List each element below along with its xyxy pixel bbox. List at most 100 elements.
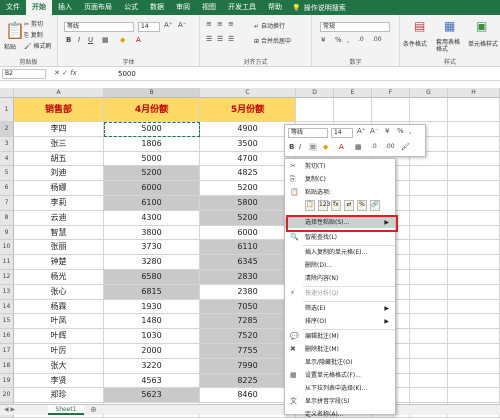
tab-data[interactable]: 数据 [144,0,170,15]
empty-cell[interactable] [448,240,500,256]
align-middle-icon[interactable]: ≡ [217,20,223,28]
table-cell[interactable]: 3280 [104,255,200,270]
table-cell[interactable]: 2000 [104,344,200,359]
table-cell[interactable]: 4300 [104,210,200,226]
row-header[interactable]: 20 [0,388,14,404]
row-header[interactable]: 18 [0,358,14,374]
table-cell[interactable]: 3500 [200,136,296,152]
menu-item-filter[interactable]: 筛选(E) ▶ [285,303,395,314]
row-header[interactable]: 3 [0,136,14,152]
row-header[interactable]: 9 [0,225,14,241]
empty-cell[interactable] [448,284,500,300]
menu-item-phonetic[interactable]: 文 显示拼音字段(S) [285,396,395,407]
table-cell[interactable]: 6815 [104,284,200,300]
cut-button[interactable]: ✂ 剪切 [24,19,43,28]
increase-decimal-icon[interactable]: .0 [358,36,364,43]
column-header[interactable]: B [104,88,200,98]
table-cell[interactable]: 1480 [104,314,200,330]
mini-font-color-icon[interactable]: A [339,143,344,151]
empty-cell[interactable] [410,255,448,270]
tab-view[interactable]: 视图 [196,0,222,15]
table-cell[interactable]: 6345 [200,255,296,270]
row-header[interactable]: 17 [0,344,14,359]
decrease-decimal-icon[interactable]: .00 [372,36,382,43]
table-cell[interactable]: 5200 [200,181,296,196]
empty-cell[interactable] [448,181,500,196]
table-cell[interactable]: 3730 [104,240,200,256]
menu-item-toggle-comment[interactable]: 显示/隐藏批注(O) [285,357,395,368]
empty-cell[interactable] [410,344,448,359]
empty-cell[interactable] [410,314,448,330]
table-cell[interactable]: 2380 [200,284,296,300]
empty-cell[interactable] [448,344,500,359]
paste-transpose-icon[interactable]: ⇄ [344,200,354,211]
conditional-format-icon[interactable]: ▤ [414,19,425,33]
align-left-icon[interactable]: ☰ [206,35,212,43]
menu-item-sort[interactable]: 排序(O) ▶ [285,316,395,327]
tab-file[interactable]: 文件 [0,0,26,15]
empty-cell[interactable] [448,166,500,182]
menu-item-insert-copied[interactable]: 插入复制的单元格(E)... [285,247,395,258]
empty-cell[interactable] [296,98,334,122]
format-painter-button[interactable]: 🖌 格式刷 [24,41,52,50]
increase-font-icon[interactable]: A⁺ [164,21,172,29]
border-icon[interactable]: ▦ [102,36,109,44]
empty-cell[interactable] [410,270,448,285]
table-cell[interactable]: 4825 [200,166,296,182]
tab-developer[interactable]: 开发工具 [222,0,262,15]
paste-formatting-icon[interactable]: % [357,200,367,211]
row-header[interactable]: 14 [0,299,14,315]
bold-icon[interactable]: B [66,36,71,44]
empty-cell[interactable] [410,373,448,389]
table-cell[interactable]: 2830 [200,270,296,285]
decrease-font-icon[interactable]: A⁻ [178,21,186,29]
mini-decrease-decimal-icon[interactable]: .00 [385,143,395,150]
paste-values-icon[interactable]: 123 [318,200,330,211]
formula-icons[interactable]: ✕ ✓ fx [54,69,77,77]
table-cell[interactable]: 7520 [200,329,296,344]
menu-item-edit-comment[interactable]: 💬 编辑批注(M) [285,331,395,342]
row-header[interactable]: 8 [0,210,14,226]
table-cell[interactable]: 杨光 [14,270,104,285]
paste-link-icon[interactable]: 🔗 [370,200,380,211]
empty-cell[interactable] [410,388,448,404]
sheet-tab[interactable]: Sheet1 [48,405,84,415]
paste-icon[interactable]: 📋 [5,21,25,40]
row-header[interactable]: 7 [0,196,14,211]
table-cell[interactable]: 6000 [200,225,296,241]
table-cell[interactable]: 李莉 [14,196,104,211]
table-cell[interactable]: 胡五 [14,151,104,167]
table-cell[interactable]: 5200 [104,166,200,182]
table-cell[interactable]: 云迪 [14,210,104,226]
mini-italic-icon[interactable]: I [299,143,301,151]
align-top-icon[interactable]: ≡ [206,20,212,28]
underline-icon[interactable]: U [88,36,93,44]
empty-cell[interactable] [448,98,500,122]
empty-cell[interactable] [410,98,448,122]
align-right-icon[interactable]: ☰ [228,35,234,43]
empty-cell[interactable] [448,358,500,374]
mini-currency-icon[interactable]: ¥ [385,127,389,135]
column-header[interactable]: D [296,88,334,98]
align-bottom-icon[interactable]: ≡ [228,20,234,28]
table-header-cell[interactable]: 5月份额 [200,98,296,122]
table-cell[interactable]: 8225 [200,373,296,389]
menu-item-copy[interactable]: ⎘ 复制(C) [285,174,395,185]
row-header[interactable]: 13 [0,284,14,300]
wrap-text-button[interactable]: ↵ 自动换行 [254,21,285,30]
table-cell[interactable]: 4900 [200,122,296,137]
mini-shrink-font-icon[interactable]: A⁻ [370,127,378,135]
row-header[interactable]: 16 [0,329,14,344]
table-cell[interactable]: 6580 [104,270,200,285]
sheet-nav-icon[interactable]: ◀ ▶ [4,406,15,413]
paste-button[interactable]: 粘贴 [4,42,16,51]
font-color-icon[interactable]: A [136,36,141,44]
table-cell[interactable]: 7990 [200,358,296,374]
table-cell[interactable]: 李贤 [14,373,104,389]
table-header-cell[interactable]: 4月份额 [104,98,200,122]
table-cell[interactable]: 杨霖 [14,299,104,315]
column-header[interactable]: A [14,88,104,98]
table-cell[interactable]: 4563 [104,373,200,389]
table-cell[interactable]: 3800 [104,225,200,241]
table-cell[interactable]: 张大 [14,358,104,374]
